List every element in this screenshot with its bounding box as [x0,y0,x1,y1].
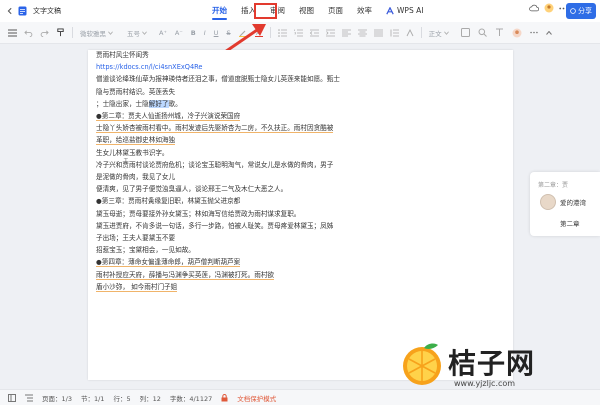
title-right-tools [529,3,568,13]
share-button[interactable]: 分享 [566,3,596,19]
doc-heading-underlined: ●第四章：薄命女偏逢薄命郎，葫芦僧判断葫芦案 [96,258,241,268]
doc-line: 黛玉进贾府，不肯多说一句话，多行一步路，怕被人耻笑。贾母疼爱林黛玉；凤姊 [96,221,334,230]
format-painter-icon[interactable] [56,28,65,37]
tab-wps-ai[interactable]: WPS AI [379,0,430,22]
doc-heading: ●第三章：贾雨村夤缘复旧职，林黛玉抛父进京都 [96,197,241,206]
doc-heading-underlined: ●第二章：贾夫人仙逝扬州城，冷子兴演说荣国府 [96,112,241,122]
comment-text: 第二章 [560,220,580,228]
increase-indent-icon[interactable] [325,29,335,37]
doc-line-selected: ；士隐出家，士隐解好了歌。 [96,98,401,110]
menu-icon[interactable] [8,29,17,37]
avatar [540,194,556,210]
align-justify-icon[interactable] [373,29,383,37]
doc-line-text: ；士隐出家，士隐解好了歌。 [96,99,182,108]
align-left-icon[interactable] [341,29,351,37]
grow-font-icon[interactable]: A⁺ [159,29,167,37]
redo-icon[interactable] [40,29,49,37]
section-indicator: 节：1/1 [80,394,105,403]
doc-line: 是泥做的骨肉，我见了女儿 [96,173,176,182]
doc-line-underlined: 盾小沙弥， 如今雨村门子姐 [96,282,178,292]
sidebar-toggle-icon[interactable] [8,393,16,402]
avatar-icon[interactable] [544,3,554,13]
collapse-toolbar-icon[interactable] [545,30,552,35]
find-icon[interactable] [478,28,487,37]
title-bar: 文字文稿 开始 插入 审阅 视图 页面 效率 WPS AI 分享 [0,0,600,22]
chevron-down-icon [443,30,449,35]
numbered-list-icon[interactable] [293,29,303,37]
selected-text[interactable]: 解好了 [148,99,169,108]
doc-line: 子出场；王夫人要黛玉不要 [96,234,176,243]
align-center-icon[interactable] [357,29,367,37]
share-label: 分享 [578,7,592,15]
undo-icon[interactable] [24,29,33,37]
style-preview-icon[interactable] [460,28,470,37]
wps-ai-label: WPS AI [397,6,424,15]
doc-line: 贾雨村风尘怀闺秀 [96,51,149,59]
comment-panel[interactable]: 第二章：贾 爱的港湾 第二章 [530,172,600,236]
outline-icon[interactable] [25,394,33,402]
doc-line: 僧道谈论绛珠仙草为报神瑛侍者还泪之事，僧道度脱甄士隐女儿英莲来能如愿。甄士 [96,75,340,84]
review-tab-highlight [254,3,277,19]
doc-line: 便清爽，见了男子便觉浊臭逼人，谈论邢王二气及木仁大恶之人。 [96,185,288,194]
doc-line-underlined: 革职，给巡盐御史林如海独 [96,136,176,146]
back-icon[interactable] [6,7,14,15]
document-title[interactable]: 文字文稿 [33,6,61,16]
font-size-select[interactable]: 五号 [127,28,147,38]
text-tool-icon[interactable] [495,28,504,37]
doc-line: 招惹宝玉；宝黛相会，一见如故。 [96,246,195,255]
tab-efficiency[interactable]: 效率 [350,0,379,22]
tab-page[interactable]: 页面 [321,0,350,22]
doc-line: 生女儿林黛玉教书识字。 [96,148,169,157]
paragraph-shading-icon[interactable] [406,28,414,37]
page-indicator[interactable]: 页面：1/3 [42,393,72,403]
wps-ai-icon [386,7,394,15]
tab-view[interactable]: 视图 [292,0,321,22]
style-value: 正文 [428,29,442,38]
column-indicator: 列：12 [139,394,161,403]
watermark-title: 桔子网 [448,347,536,380]
doc-line: 隐与贾雨村结识。英莲丢失 [96,87,176,96]
site-watermark: 桔子网 www.yjzljc.com [398,340,600,405]
row-indicator: 行：5 [113,394,131,403]
watermark-url: www.yjzljc.com [454,379,516,388]
shrink-font-icon[interactable]: A⁻ [175,29,183,37]
ai-assistant-icon[interactable] [512,28,522,38]
bullet-list-icon[interactable] [277,28,287,37]
document-content[interactable]: 贾雨村风尘怀闺秀 https://kdocs.cn/l/ci4snXExQ4Re… [96,49,401,293]
word-count[interactable]: 字数：4/1127 [170,393,212,403]
document-icon [18,6,27,16]
comment-reference: 第二章：贾 [538,182,569,189]
formatting-toolbar: 微软雅黑 五号 A⁺ A⁻ B I U S A 正文 [0,22,600,44]
cloud-icon[interactable] [529,4,539,12]
doc-line-underlined: 士隐丫头娇杏被雨村看中。雨村发迹后先娶娇杏为二房，不久扶正。雨村因贪酷被 [96,124,334,134]
font-size-value: 五号 [127,29,140,38]
line-spacing-icon[interactable] [390,29,399,37]
toolbar-divider [420,27,422,38]
font-name-select[interactable]: 微软雅黑 [80,28,113,38]
doc-line: 冷子兴和贾雨村谈论贾府危机；谈论宝玉聪明淘气，常说女儿是水做的骨肉，男子 [96,160,334,169]
decrease-indent-icon[interactable] [309,29,319,37]
style-select[interactable]: 正文 [429,28,449,38]
more-tools-icon[interactable] [529,31,538,34]
toolbar-divider [72,27,73,38]
orange-logo-icon [403,343,441,385]
doc-link[interactable]: https://kdocs.cn/l/ci4snXExQ4Re [96,61,401,73]
doc-line: 黛玉母逝；贾母要接外孙女黛玉；林如海写信给贾政为雨村谋求复职。 [96,209,301,218]
chevron-down-icon [108,30,113,35]
italic-icon[interactable]: I [204,29,206,37]
share-icon [570,8,576,14]
chevron-down-icon [142,30,147,35]
protection-mode[interactable]: 文档保护模式 [237,393,276,403]
lock-icon [221,393,228,402]
font-name-value: 微软雅黑 [80,29,106,38]
comment-author: 爱的港湾 [560,199,586,207]
doc-line-underlined: 雨村补授应天府，薛播与冯渊争买英莲，冯渊被打死。雨村欲 [96,270,275,280]
bold-icon[interactable]: B [191,29,196,37]
